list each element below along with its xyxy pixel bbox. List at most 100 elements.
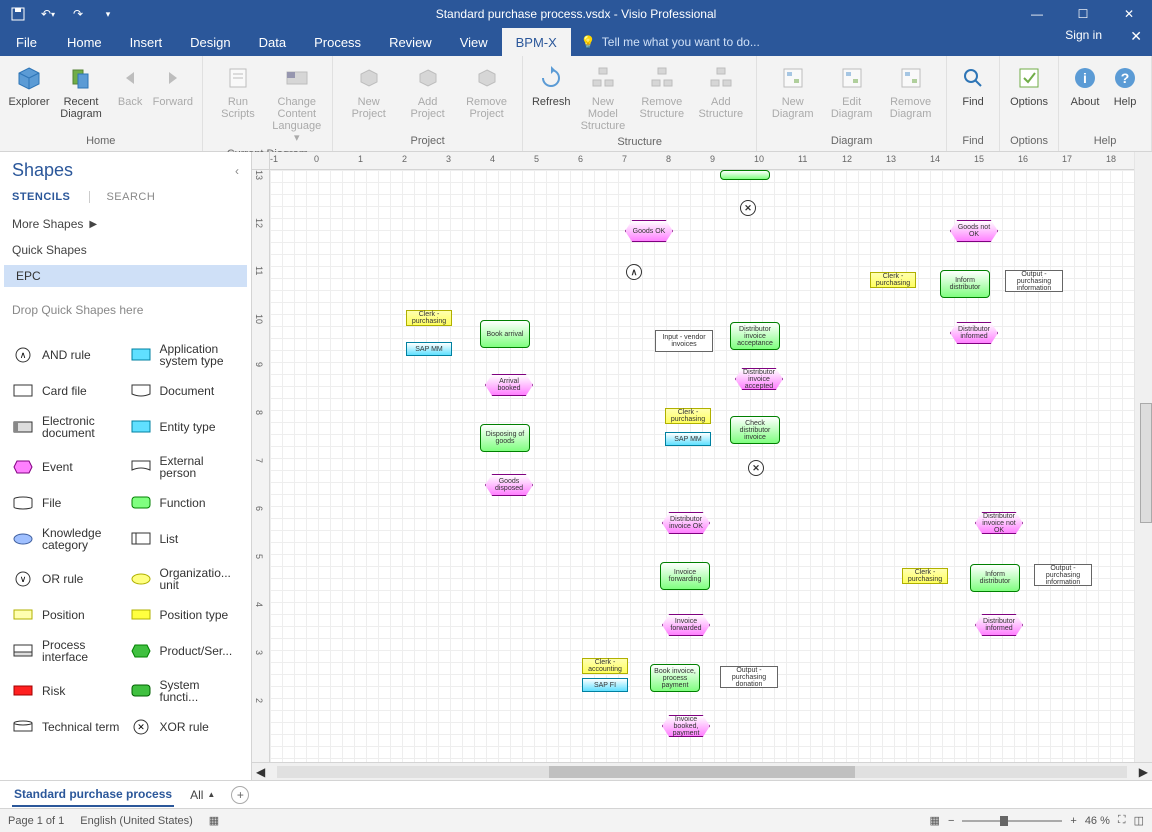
diagram-sys-shape[interactable]: SAP MM: [665, 432, 711, 446]
page-tab-all[interactable]: All ▲: [190, 788, 215, 802]
diagram-event-shape[interactable]: Distributor invoice not OK: [975, 512, 1023, 534]
pan-zoom-button[interactable]: ◫: [1134, 814, 1144, 827]
diagram-func-shape[interactable]: Inform distributor: [940, 270, 990, 298]
diagram-gate-shape[interactable]: ∧: [626, 264, 642, 280]
quick-shapes-header[interactable]: Quick Shapes: [0, 237, 251, 263]
horizontal-scrollbar[interactable]: ◀ ▶: [252, 762, 1152, 780]
diagram-event-shape[interactable]: Goods disposed: [485, 474, 533, 496]
stencil-term[interactable]: Technical term: [8, 711, 126, 743]
ribbon-options-button[interactable]: Options: [1006, 60, 1052, 110]
ribbon-find-button[interactable]: Find: [953, 60, 993, 110]
diagram-pos-shape[interactable]: Clerk - accounting: [582, 658, 628, 674]
save-button[interactable]: [4, 2, 32, 26]
diagram-doc-shape[interactable]: Output - purchasing information: [1005, 270, 1063, 292]
more-shapes-button[interactable]: More Shapes ▶: [0, 211, 251, 237]
stencil-file[interactable]: File: [8, 487, 126, 519]
page-tab-current[interactable]: Standard purchase process: [12, 783, 174, 807]
stencil-know[interactable]: Knowledge category: [8, 519, 126, 559]
diagram-func-shape[interactable]: Invoice forwarding: [660, 562, 710, 590]
sign-in-link[interactable]: Sign in: [1065, 28, 1102, 42]
stencil-procif[interactable]: Process interface: [8, 631, 126, 671]
menu-tab-design[interactable]: Design: [176, 28, 244, 56]
stencil-entity[interactable]: Entity type: [126, 407, 244, 447]
stencil-doc[interactable]: Document: [126, 375, 244, 407]
diagram-func-shape[interactable]: Book arrival: [480, 320, 530, 348]
minimize-button[interactable]: —: [1014, 0, 1060, 28]
stencil-extperson[interactable]: External person: [126, 447, 244, 487]
menu-tab-review[interactable]: Review: [375, 28, 446, 56]
macro-icon[interactable]: ▦: [209, 814, 219, 827]
collapse-shapes-icon[interactable]: ‹: [235, 164, 239, 178]
presentation-mode-button[interactable]: ▦: [930, 814, 940, 827]
menu-tab-data[interactable]: Data: [245, 28, 300, 56]
diagram-event-shape[interactable]: Arrival booked: [485, 374, 533, 396]
diagram-func-shape[interactable]: Book invoice, process payment: [650, 664, 700, 692]
redo-button[interactable]: ↷: [64, 2, 92, 26]
stencil-sysfunc[interactable]: System functi...: [126, 671, 244, 711]
stencil-card[interactable]: Card file: [8, 375, 126, 407]
diagram-pos-shape[interactable]: Clerk - purchasing: [870, 272, 916, 288]
undo-button[interactable]: ↶ ▾: [34, 2, 62, 26]
diagram-doc-shape[interactable]: Input - vendor invoices: [655, 330, 713, 352]
diagram-event-shape[interactable]: Distributor invoice OK: [662, 512, 710, 534]
stencil-org[interactable]: Organizatio... unit: [126, 559, 244, 599]
fit-page-button[interactable]: ⛶: [1118, 814, 1126, 827]
menu-tab-view[interactable]: View: [446, 28, 502, 56]
diagram-doc-shape[interactable]: Output - purchasing information: [1034, 564, 1092, 586]
stencil-edoc[interactable]: Electronic document: [8, 407, 126, 447]
diagram-pos-shape[interactable]: Clerk - purchasing: [406, 310, 452, 326]
tell-me-search[interactable]: 💡 Tell me what you want to do...: [581, 28, 760, 56]
restore-button[interactable]: ☐: [1060, 0, 1106, 28]
zoom-in-button[interactable]: +: [1070, 815, 1076, 827]
diagram-event-shape[interactable]: Invoice forwarded: [662, 614, 710, 636]
collapse-ribbon-button[interactable]: ✕: [1130, 28, 1142, 45]
diagram-doc-shape[interactable]: Output - purchasing donation: [720, 666, 778, 688]
diagram-canvas[interactable]: ✕ Goods OK Goods not OK ∧ Clerk - purchasing…: [270, 170, 1152, 762]
diagram-pos-shape[interactable]: Clerk - purchasing: [665, 408, 711, 424]
menu-tab-bpm-x[interactable]: BPM-X: [502, 28, 571, 56]
ribbon-help-button[interactable]: ?Help: [1105, 60, 1145, 110]
diagram-sys-shape[interactable]: SAP FI: [582, 678, 628, 692]
ribbon-explorer-button[interactable]: Explorer: [6, 60, 52, 110]
diagram-func-shape[interactable]: [720, 170, 770, 180]
diagram-func-shape[interactable]: Check distributor invoice: [730, 416, 780, 444]
add-page-button[interactable]: +: [231, 786, 249, 804]
diagram-func-shape[interactable]: Inform distributor: [970, 564, 1020, 592]
diagram-event-shape[interactable]: Distributor informed: [950, 322, 998, 344]
stencil-list[interactable]: List: [126, 519, 244, 559]
ribbon-refresh-button[interactable]: Refresh: [529, 60, 573, 110]
stencil-xor[interactable]: ✕XOR rule: [126, 711, 244, 743]
stencil-and[interactable]: ∧AND rule: [8, 335, 126, 375]
diagram-gate-shape[interactable]: ✕: [748, 460, 764, 476]
stencil-or[interactable]: ∨OR rule: [8, 559, 126, 599]
stencil-func[interactable]: Function: [126, 487, 244, 519]
menu-tab-file[interactable]: File: [0, 28, 53, 56]
diagram-event-shape[interactable]: Invoice booked, payment: [662, 715, 710, 737]
zoom-out-button[interactable]: −: [948, 815, 954, 827]
diagram-event-shape[interactable]: Distributor informed: [975, 614, 1023, 636]
language-indicator[interactable]: English (United States): [80, 815, 193, 827]
diagram-func-shape[interactable]: Disposing of goods: [480, 424, 530, 452]
zoom-slider[interactable]: [962, 820, 1062, 822]
ribbon-about-button[interactable]: iAbout: [1065, 60, 1105, 110]
presentation-bar[interactable]: [1140, 403, 1152, 523]
stencil-postype[interactable]: Position type: [126, 599, 244, 631]
close-button[interactable]: ✕: [1106, 0, 1152, 28]
stencil-prod[interactable]: Product/Ser...: [126, 631, 244, 671]
menu-tab-home[interactable]: Home: [53, 28, 116, 56]
stencil-risk[interactable]: Risk: [8, 671, 126, 711]
diagram-sys-shape[interactable]: SAP MM: [406, 342, 452, 356]
diagram-func-shape[interactable]: Distributor invoice acceptance: [730, 322, 780, 350]
stencils-tab[interactable]: STENCILS: [12, 191, 70, 203]
menu-tab-process[interactable]: Process: [300, 28, 375, 56]
stencil-epc-selected[interactable]: EPC: [4, 265, 247, 287]
diagram-event-shape[interactable]: Goods not OK: [950, 220, 998, 242]
diagram-gate-shape[interactable]: ✕: [740, 200, 756, 216]
diagram-event-shape[interactable]: Goods OK: [625, 220, 673, 242]
zoom-level[interactable]: 46 %: [1085, 815, 1110, 827]
search-tab[interactable]: SEARCH: [89, 191, 155, 203]
ribbon-recent-diagram-button[interactable]: Recent Diagram: [52, 60, 110, 122]
stencil-appsys[interactable]: Application system type: [126, 335, 244, 375]
qat-more-button[interactable]: ▾: [94, 2, 122, 26]
stencil-pos[interactable]: Position: [8, 599, 126, 631]
